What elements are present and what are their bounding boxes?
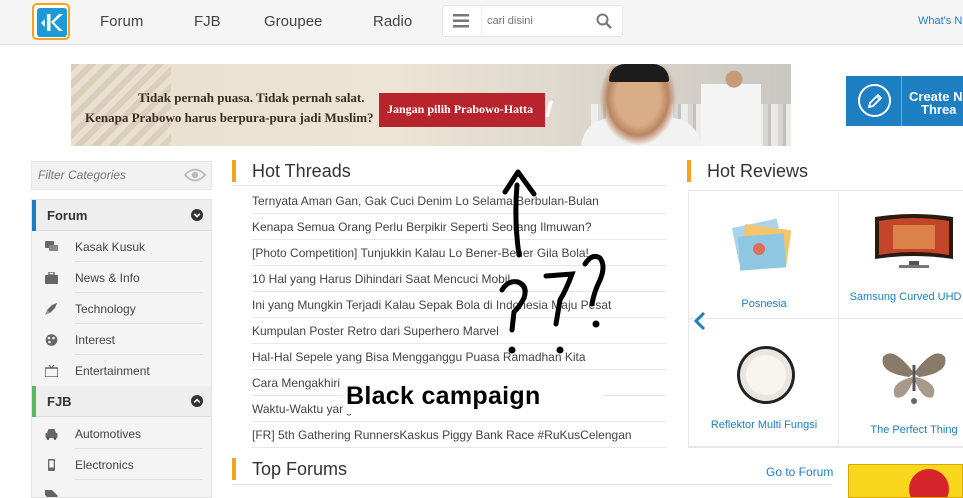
annotation-arrowhead xyxy=(502,169,537,197)
question-dot-1 xyxy=(508,346,516,354)
question-mark-3 xyxy=(582,254,606,307)
question-mark-2 xyxy=(543,271,576,327)
question-mark-1 xyxy=(499,279,528,333)
annotation-drawing xyxy=(499,169,606,354)
annotation-caption: Black campaign xyxy=(343,378,603,414)
question-dot-3 xyxy=(592,320,600,328)
annotation-arrow xyxy=(513,182,522,258)
question-dot-2 xyxy=(556,346,564,354)
